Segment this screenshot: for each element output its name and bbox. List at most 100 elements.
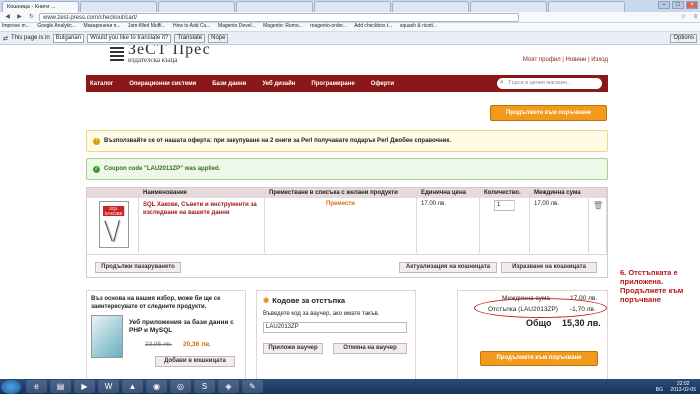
chrome-icon[interactable]: ◎ [170, 380, 191, 393]
ie-icon[interactable]: e [26, 380, 47, 393]
nav-item[interactable]: Оферти [371, 81, 394, 87]
col-subtotal: Междинна сума [530, 190, 589, 196]
nav-item[interactable]: Операционни системи [129, 81, 196, 87]
app-icon[interactable]: ◈ [218, 380, 239, 393]
coupon-header: ✱ Кодове за отстъпка [263, 296, 345, 305]
total-label: Общо [526, 318, 552, 328]
bookmark-item[interactable]: Jam-filled Muffi... [128, 23, 166, 29]
explorer-icon[interactable]: ▤ [50, 380, 71, 393]
move-to-wishlist-link[interactable]: Премести [265, 198, 417, 253]
start-button[interactable] [1, 379, 21, 394]
info-icon: ! [93, 137, 100, 145]
book-cover-image: SQL ХАКОВЕ [99, 201, 129, 248]
nope-button[interactable]: Nope [208, 33, 229, 43]
translate-bar: ⇄ This page is in Bulgarian Would you li… [0, 32, 700, 45]
close-icon[interactable]: × [686, 1, 698, 9]
firefox-icon[interactable]: ◉ [146, 380, 167, 393]
web-page: ЗеСТ Прес издателска къща Моят профил | … [0, 45, 700, 379]
bookmark-item[interactable]: Макаронени п... [84, 23, 121, 29]
word-icon[interactable]: W [98, 380, 119, 393]
taskbar: e ▤ ▶ W ▲ ◉ ◎ S ◈ ✎ BG 22:02 2013-02-05 [0, 379, 700, 394]
search-placeholder: Търси в целия магазин... [508, 80, 572, 86]
star-icon[interactable]: ☆ [679, 13, 688, 22]
bookmark-item[interactable]: Google Analytic... [37, 23, 76, 29]
add-to-cart-button[interactable]: Добави в кошницата [155, 356, 235, 367]
cart-table-header: Наименование Преместване в списъка с жел… [87, 188, 607, 198]
proceed-checkout-button[interactable]: Продължете към поръчване [480, 351, 598, 366]
logo-mark-icon [110, 45, 124, 61]
options-button[interactable]: Options [670, 33, 697, 43]
nav-item[interactable]: Бази данни [212, 81, 246, 87]
reload-icon[interactable]: ↻ [27, 13, 36, 22]
media-player-icon[interactable]: ▶ [74, 380, 95, 393]
bookmark-item[interactable]: Improve m... [2, 23, 30, 29]
search-input[interactable]: ⌕ Търси в целия магазин... [497, 78, 602, 89]
offer-notice: ! Възползвайте се от нашата оферта: при … [86, 130, 608, 152]
bookmark-item[interactable]: Add checkbox t... [354, 23, 392, 29]
browser-tab-active[interactable]: Кошница - Книги ... [2, 1, 79, 12]
apply-coupon-button[interactable]: Приложи ваучер [263, 343, 323, 354]
coupon-code-input[interactable]: LAU2013ZP [263, 322, 407, 333]
bookmark-item[interactable]: Magento: Remo... [263, 23, 303, 29]
product-name-link[interactable]: SQL Хакове, Съвети и инструменти за изсл… [139, 198, 265, 253]
empty-cart-button[interactable]: Изразване на кошницата [501, 262, 597, 273]
maximize-icon[interactable]: □ [672, 1, 684, 9]
minimize-icon[interactable]: – [658, 1, 670, 9]
nav-item[interactable]: Каталог [90, 81, 113, 87]
qty-input[interactable]: 1 [494, 200, 515, 211]
col-qty: Количество. [480, 190, 530, 196]
forward-icon[interactable]: ▶ [15, 13, 24, 22]
language-indicator[interactable]: BG [656, 387, 663, 393]
qty-cell: 1 [480, 198, 530, 253]
translate-prefix: This page is in [11, 35, 50, 41]
browser-tab[interactable] [236, 1, 313, 12]
browser-toolbar: ◀ ▶ ↻ www.zest-press.com/checkout/cart/ … [0, 12, 700, 23]
bookmark-item[interactable]: squash & ricott... [400, 23, 437, 29]
translate-question: Would you like to translate it? [87, 33, 172, 43]
update-cart-button[interactable]: Актуализация на кошницата [399, 262, 497, 273]
continue-shopping-button[interactable]: Продължи пазаруването [95, 262, 181, 273]
bookmark-item[interactable]: How to Add Cu... [173, 23, 211, 29]
clock-date: 2013-02-05 [670, 386, 696, 393]
paint-icon[interactable]: ✎ [242, 380, 263, 393]
browser-tab[interactable] [392, 1, 469, 12]
crosssell-box: Въз основа на вашия избор, може би ще се… [86, 290, 246, 379]
crosssell-intro: Въз основа на вашия избор, може би ще се… [91, 296, 221, 310]
crosssell-new-price: 20,36 лв. [183, 341, 212, 348]
translate-button[interactable]: Translate [174, 33, 206, 43]
nav-item[interactable]: Уеб дизайн [262, 81, 295, 87]
address-bar[interactable]: www.zest-press.com/checkout/cart/ [39, 12, 519, 22]
cancel-coupon-button[interactable]: Отмяна на ваучер [333, 343, 407, 354]
browser-tab[interactable] [470, 1, 547, 12]
bookmark-item[interactable]: Magento Devel... [218, 23, 256, 29]
wrench-icon[interactable]: ≡ [691, 13, 700, 22]
search-icon: ⌕ [500, 79, 504, 86]
browser-tab[interactable] [548, 1, 625, 12]
product-thumb[interactable]: SQL ХАКОВЕ [87, 198, 139, 253]
skype-icon[interactable]: S [194, 380, 215, 393]
browser-tab-bar: Кошница - Книги ... – □ × [0, 0, 700, 12]
nav-item[interactable]: Програмиране [311, 81, 354, 87]
check-icon: ✓ [93, 165, 100, 173]
gear-icon: ✱ [263, 296, 270, 305]
browser-tab[interactable] [158, 1, 235, 12]
site-logo[interactable]: ЗеСТ Прес издателска къща [110, 45, 211, 64]
back-icon[interactable]: ◀ [3, 13, 12, 22]
bookmark-item[interactable]: magento-order... [310, 23, 347, 29]
browser-tab[interactable] [314, 1, 391, 12]
crosssell-product-name[interactable]: Уеб приложения за бази данни с PHP и MyS… [129, 319, 243, 335]
system-clock[interactable]: BG 22:02 2013-02-05 [656, 381, 696, 393]
vlc-icon[interactable]: ▲ [122, 380, 143, 393]
crosssell-old-price: 23,95 лв. [145, 341, 173, 348]
proceed-checkout-button-top[interactable]: Продължете към поръчване [490, 105, 607, 121]
trash-icon[interactable]: 🗑 [589, 198, 607, 253]
coupon-title: Кодове за отстъпка [272, 296, 346, 305]
translate-icon: ⇄ [3, 35, 9, 42]
offer-text: Възползвайте се от нашата оферта: при за… [104, 138, 452, 144]
browser-tab[interactable] [80, 1, 157, 12]
language-select[interactable]: Bulgarian [52, 33, 85, 43]
account-links[interactable]: Моят профил | Новини | Изход [523, 57, 608, 63]
window-controls: – □ × [658, 1, 698, 9]
row-subtotal: 17,00 лв. [530, 198, 589, 253]
crosssell-book-image[interactable] [91, 315, 123, 358]
